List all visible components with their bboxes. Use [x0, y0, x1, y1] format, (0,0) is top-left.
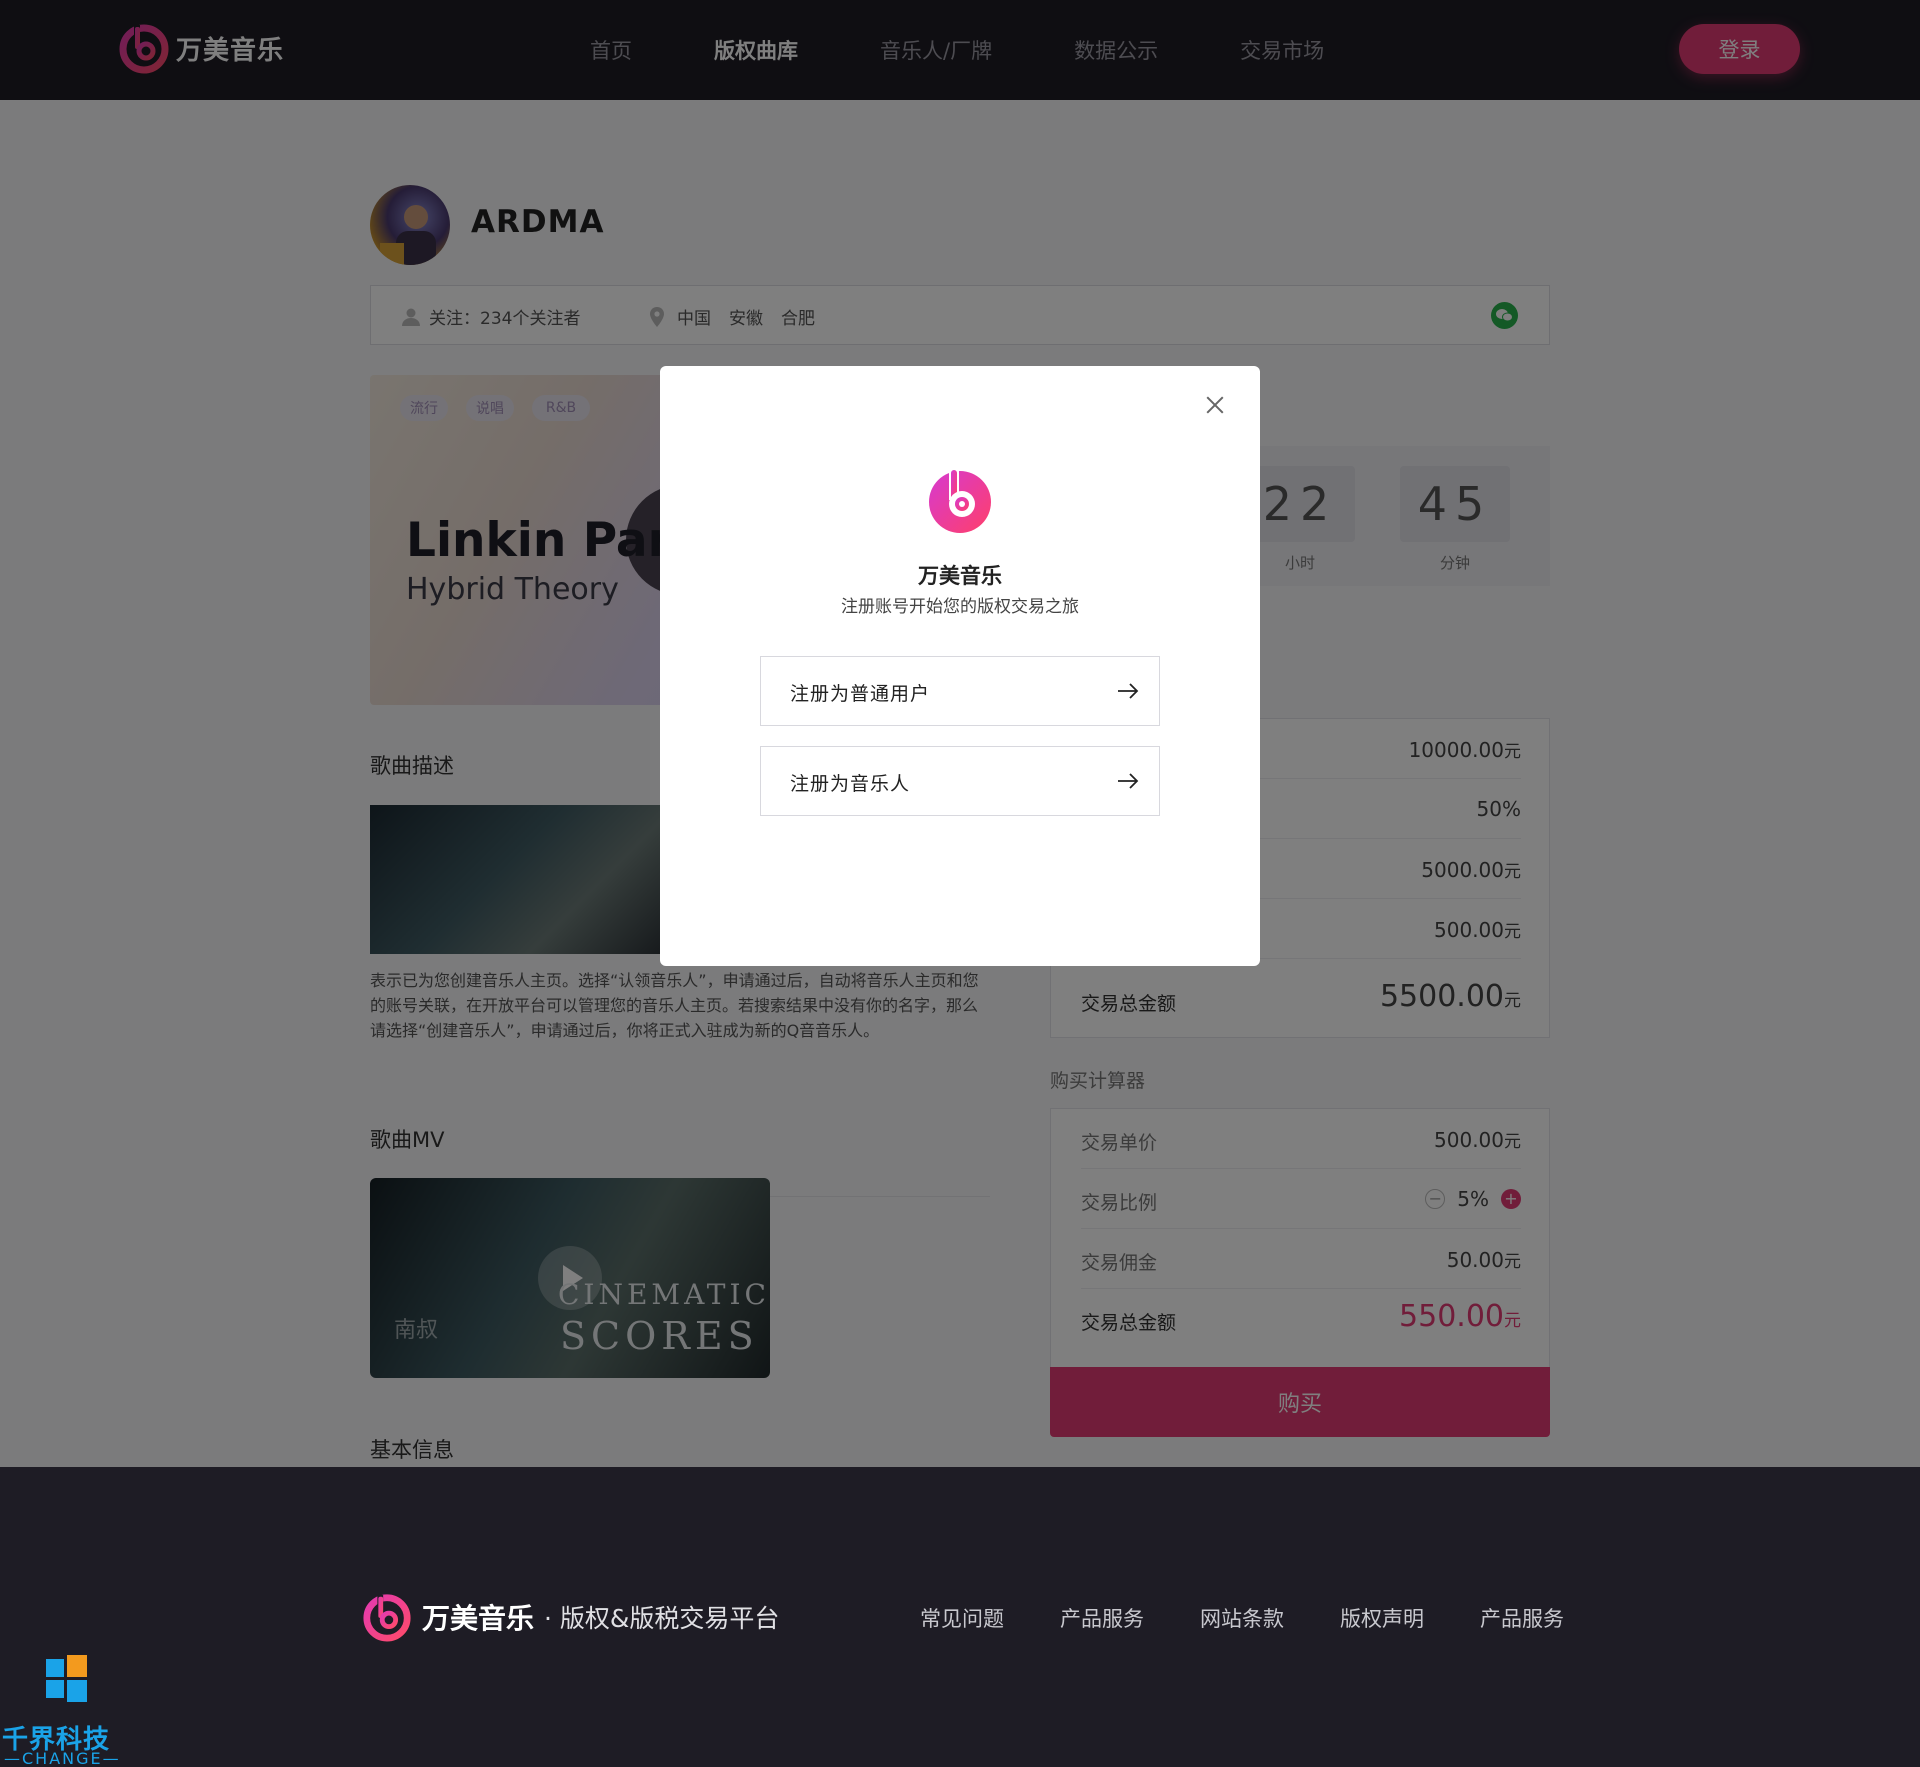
- footer-links: 常见问题 产品服务 网站条款 版权声明 产品服务: [920, 1603, 1620, 1633]
- footer-link-terms[interactable]: 网站条款: [1200, 1603, 1284, 1633]
- footer-link-faq[interactable]: 常见问题: [920, 1603, 1004, 1633]
- footer-link-services[interactable]: 产品服务: [1480, 1603, 1564, 1633]
- watermark-subtext: —CHANGE—: [4, 1749, 121, 1767]
- register-musician-button[interactable]: 注册为音乐人: [760, 746, 1160, 816]
- windows-logo-icon: [46, 1655, 87, 1702]
- brand-watermark: 千界科技 —CHANGE—: [0, 1647, 130, 1767]
- footer-tagline: · 版权&版税交易平台: [544, 1604, 780, 1633]
- footer-logo[interactable]: 万美音乐 · 版权&版税交易平台: [362, 1592, 779, 1642]
- arrow-right-icon: [1118, 683, 1139, 699]
- modal-title: 万美音乐: [918, 564, 1002, 588]
- footer-link-copyright[interactable]: 版权声明: [1340, 1603, 1424, 1633]
- register-modal: 万美音乐 注册账号开始您的版权交易之旅 注册为普通用户 注册为音乐人: [660, 366, 1260, 966]
- register-regular-user-button[interactable]: 注册为普通用户: [760, 656, 1160, 726]
- footer-link-products[interactable]: 产品服务: [1060, 1603, 1144, 1633]
- register-regular-user-label: 注册为普通用户: [790, 683, 931, 705]
- modal-subtitle: 注册账号开始您的版权交易之旅: [841, 597, 1079, 617]
- arrow-right-icon: [1118, 773, 1139, 789]
- modal-logo-icon: [929, 468, 991, 533]
- register-musician-label: 注册为音乐人: [790, 773, 911, 795]
- close-icon[interactable]: [1200, 390, 1230, 420]
- footer: 万美音乐 · 版权&版税交易平台 常见问题 产品服务 网站条款 版权声明 产品服…: [0, 1467, 1920, 1767]
- footer-logo-text: 万美音乐: [422, 1602, 535, 1635]
- footer-logo-icon: [363, 1594, 411, 1642]
